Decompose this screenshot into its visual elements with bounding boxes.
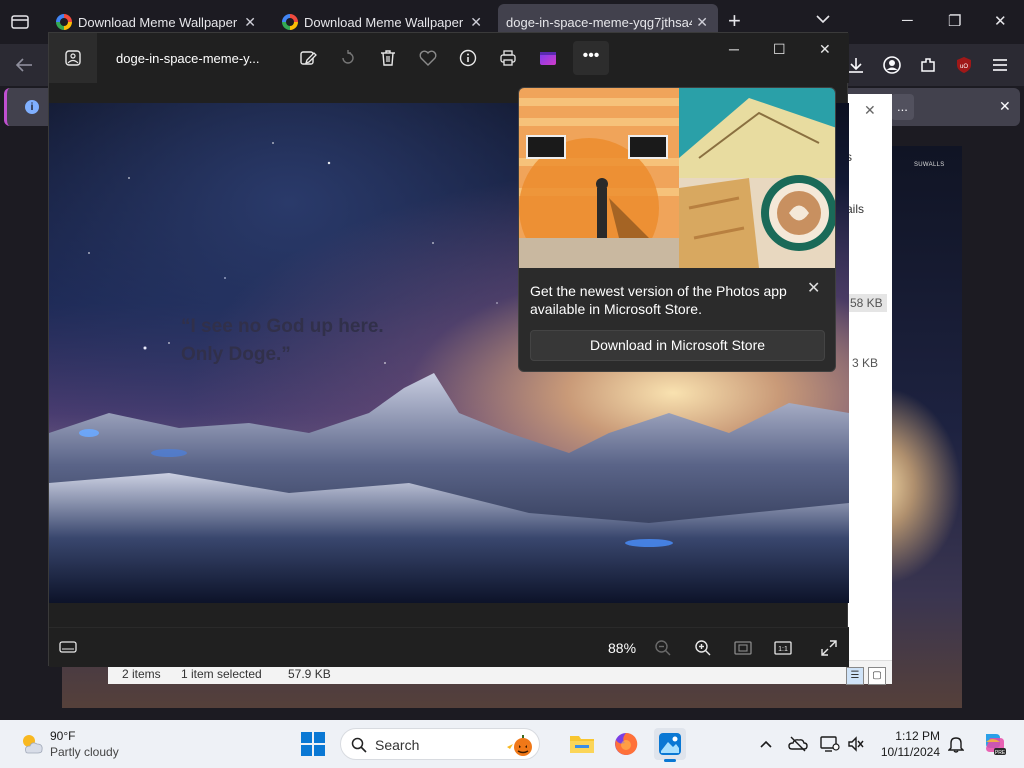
restore-icon[interactable]: ❐ [948,12,961,30]
tab-list-icon[interactable] [6,10,34,34]
watermark: SUWALLS [914,162,945,168]
info-icon: i [25,100,39,114]
zoom-level: 88% [608,640,637,656]
volume-muted-icon[interactable] [846,734,866,754]
mountain-landscape [49,373,849,603]
active-app-indicator [664,759,676,762]
menu-icon[interactable] [990,55,1010,75]
firefox-icon [615,732,638,755]
back-icon[interactable] [14,55,34,75]
favicon-icon [56,14,72,30]
folder-icon [570,736,594,753]
quote-line-2: Only Doge.” [181,344,291,365]
search-label: Search [375,737,420,753]
notification-action-button[interactable]: ... [891,94,914,120]
clipchamp-icon[interactable] [537,47,559,69]
tab-close-icon[interactable]: ✕ [470,14,482,31]
tab-close-icon[interactable]: ✕ [696,14,708,31]
onedrive-icon[interactable] [788,734,808,754]
details-view-icon[interactable]: ☰ [846,667,864,685]
taskbar-file-explorer[interactable] [566,728,598,760]
minimize-icon[interactable]: ─ [902,12,913,29]
pumpkin-icon [507,735,532,756]
fit-to-window-icon[interactable] [733,638,753,658]
photos-titlebar: doge-in-space-meme-y... ••• ─ ☐ ✕ [49,33,849,83]
download-store-button[interactable]: Download in Microsoft Store [530,330,825,361]
search-icon [351,737,367,753]
download-icon[interactable] [846,55,866,75]
status-item-count: 2 items [122,667,161,681]
photos-bottom-bar: 88% 1:1 [49,627,849,667]
full-screen-icon[interactable] [819,638,839,658]
new-tab-button[interactable]: + [728,10,741,32]
actual-size-icon[interactable]: 1:1 [773,638,793,658]
photos-app-icon[interactable] [49,33,97,83]
store-update-popup: Get the newest version of the Photos app… [518,87,836,372]
taskbar: 90°F Partly cloudy Search 1:12 PM 10/11/… [0,720,1024,768]
extensions-icon[interactable] [918,55,938,75]
ublock-icon[interactable]: uO [954,55,974,75]
photos-close-icon[interactable]: ✕ [819,41,831,58]
print-icon[interactable] [497,47,519,69]
network-icon[interactable] [820,734,840,754]
info-icon[interactable] [457,47,479,69]
tab-title: doge-in-space-meme-yqg7jthsa42 [506,14,692,30]
photos-maximize-icon[interactable]: ☐ [773,41,786,58]
rotate-icon[interactable] [337,47,359,69]
taskbar-photos[interactable] [654,728,686,762]
svg-text:PRE: PRE [995,750,1006,756]
tab-title: Download Meme Wallpaper [78,14,238,30]
start-button[interactable] [301,732,325,756]
filmstrip-icon[interactable] [59,638,79,658]
photos-minimize-icon[interactable]: ─ [729,41,739,57]
svg-text:1:1: 1:1 [778,646,788,653]
weather-temperature: 90°F [50,729,76,743]
zoom-in-icon[interactable] [693,638,713,658]
edit-icon[interactable] [297,47,319,69]
quote-text: “I see no God up here. Only Doge.” [181,313,384,369]
chevron-down-icon[interactable] [816,12,830,27]
popup-close-icon[interactable]: ✕ [807,278,820,298]
close-icon[interactable]: ✕ [994,12,1007,30]
copilot-icon[interactable]: PRE [980,730,1006,756]
favorite-icon[interactable] [417,47,439,69]
zoom-out-icon[interactable] [653,638,673,658]
delete-icon[interactable] [377,47,399,69]
svg-text:uO: uO [960,64,968,70]
quote-line-1: “I see no God up here. [181,316,384,337]
photos-icon [659,733,681,755]
tab-title: Download Meme Wallpaper [304,14,464,30]
taskbar-search[interactable]: Search [340,728,540,760]
account-icon[interactable] [882,55,902,75]
photos-file-title: doge-in-space-meme-y... [116,51,260,66]
clock-time[interactable]: 1:12 PM [884,729,940,743]
status-size: 57.9 KB [288,667,331,681]
status-selected: 1 item selected [181,667,262,681]
partly-cloudy-icon[interactable] [18,730,46,758]
file-size-selected: 58 KB [846,294,887,312]
show-hidden-icons[interactable] [756,734,776,754]
promo-image [519,88,835,268]
taskbar-firefox[interactable] [610,728,642,760]
more-options-button[interactable]: ••• [573,41,609,75]
clock-date[interactable]: 10/11/2024 [876,745,940,759]
favicon-icon [282,14,298,30]
tab-close-icon[interactable]: ✕ [244,14,256,31]
notification-bell-icon[interactable] [946,734,966,754]
large-icons-view-icon[interactable]: ▢ [868,667,886,685]
explorer-close-icon[interactable]: ✕ [864,102,876,119]
file-size-other: 3 KB [852,356,879,370]
weather-description: Partly cloudy [50,745,119,759]
notification-close-icon[interactable]: ✕ [999,98,1011,115]
popup-message: Get the newest version of the Photos app… [530,283,787,317]
